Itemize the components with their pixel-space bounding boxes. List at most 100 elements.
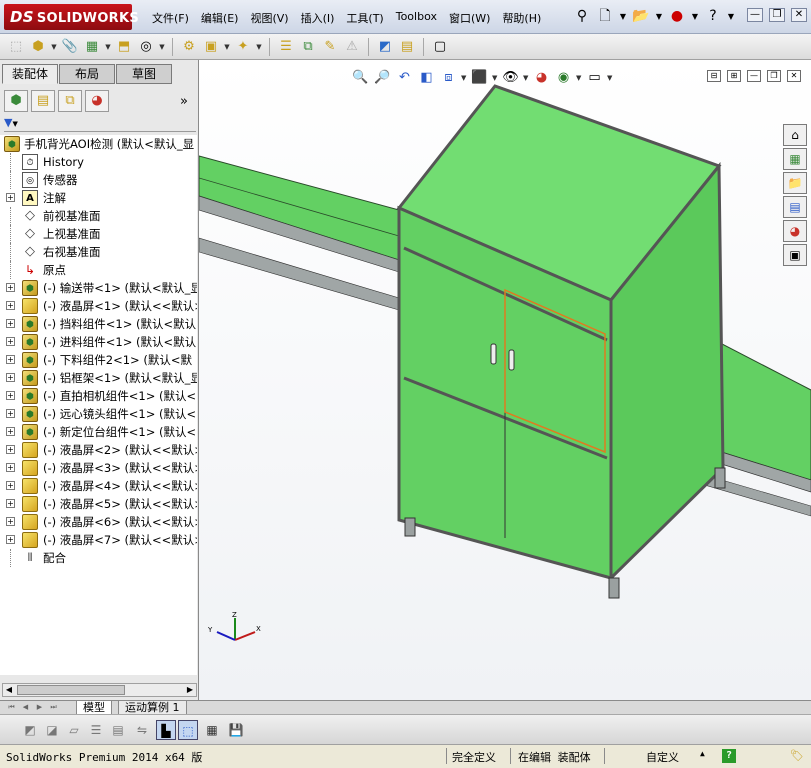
restore-icon[interactable]: ❐: [767, 70, 781, 82]
units-up-arrow-icon[interactable]: ▲: [700, 749, 705, 758]
tab-sketch[interactable]: 草图: [116, 64, 172, 84]
menu-view[interactable]: 视图(V): [244, 8, 294, 28]
previous-view-icon[interactable]: ↶: [395, 68, 414, 87]
menu-window[interactable]: 窗口(W): [443, 8, 496, 28]
scroll-left-arrow-icon[interactable]: ◀: [3, 684, 15, 696]
pin-icon[interactable]: ⚲: [572, 6, 592, 26]
close-icon[interactable]: ✕: [791, 8, 807, 22]
tree-item[interactable]: ◇ 上视基准面: [0, 225, 197, 243]
first-tab-arrow-icon[interactable]: ⏮: [6, 702, 17, 713]
tree-item[interactable]: + (-) 液晶屏<6> (默认<<默认>: [0, 513, 197, 531]
expand-plus-icon[interactable]: +: [6, 355, 15, 364]
prev-tab-arrow-icon[interactable]: ◀: [20, 702, 31, 713]
save-icon[interactable]: 💾: [226, 720, 246, 740]
tree-item[interactable]: + ⬢ (-) 下料组件2<1> (默认<默: [0, 351, 197, 369]
tab-assembly[interactable]: 装配体: [2, 64, 58, 84]
property-manager-icon[interactable]: ▤: [31, 90, 55, 112]
minimize-icon[interactable]: —: [747, 8, 763, 22]
rebuild-traffic-light-icon[interactable]: ●: [667, 6, 687, 26]
edit-appearance-icon[interactable]: ◕: [532, 68, 551, 87]
tree-item[interactable]: + ⬢ (-) 挡料组件<1> (默认<默认: [0, 315, 197, 333]
assembly-features-icon[interactable]: ⚙: [179, 37, 199, 57]
expand-plus-icon[interactable]: +: [6, 373, 15, 382]
solidworks-resources-icon[interactable]: ⌂: [783, 124, 807, 146]
tree-item[interactable]: ⫴ 配合: [0, 549, 197, 567]
new-document-icon[interactable]: 🗋: [595, 6, 615, 26]
view-palette-icon[interactable]: ▤: [783, 196, 807, 218]
apply-scene-icon[interactable]: ◉: [554, 68, 573, 87]
tree-item[interactable]: + ⬢ (-) 直拍相机组件<1> (默认<: [0, 387, 197, 405]
configuration-manager-icon[interactable]: ⧉: [58, 90, 82, 112]
menu-insert[interactable]: 插入(I): [295, 8, 341, 28]
show-hidden-components-icon[interactable]: ◎: [136, 37, 156, 57]
new-motion-study-icon[interactable]: ✦: [233, 37, 253, 57]
last-tab-arrow-icon[interactable]: ⏭: [48, 702, 59, 713]
menu-help[interactable]: 帮助(H): [496, 8, 547, 28]
component-pattern-icon[interactable]: ▦: [82, 37, 102, 57]
help-question-icon[interactable]: ?: [703, 6, 723, 26]
wireframe-icon[interactable]: ☰: [86, 720, 106, 740]
feature-manager-tree-icon[interactable]: ⬢: [4, 90, 28, 112]
view-selector-icon[interactable]: ▙: [156, 720, 176, 740]
tree-item[interactable]: + ⬢ (-) 铝框架<1> (默认<默认_显: [0, 369, 197, 387]
chevron-down-icon[interactable]: ▼: [461, 74, 467, 82]
viewport-split-icon[interactable]: ⊟: [707, 70, 721, 82]
notification-tag-icon[interactable]: 🏷: [790, 749, 804, 762]
tree-item[interactable]: + (-) 液晶屏<5> (默认<<默认>: [0, 495, 197, 513]
expand-plus-icon[interactable]: +: [6, 499, 15, 508]
chevron-down-icon[interactable]: ▼: [523, 74, 529, 82]
zoom-to-fit-icon[interactable]: 🔍: [351, 68, 370, 87]
explode-line-sketch-icon[interactable]: ✎: [320, 37, 340, 57]
custom-properties-icon[interactable]: ▣: [783, 244, 807, 266]
tab-motion-study-1[interactable]: 运动算例 1: [118, 701, 187, 715]
expand-plus-icon[interactable]: +: [6, 391, 15, 400]
expand-plus-icon[interactable]: +: [6, 301, 15, 310]
expand-plus-icon[interactable]: +: [6, 409, 15, 418]
menu-edit[interactable]: 编辑(E): [195, 8, 245, 28]
view-orientation-icon[interactable]: ⧈: [439, 68, 458, 87]
chevron-down-icon[interactable]: ▼: [576, 74, 582, 82]
view-settings-icon[interactable]: ▭: [585, 68, 604, 87]
tree-item[interactable]: ◇ 右视基准面: [0, 243, 197, 261]
tree-item[interactable]: ◇ 前视基准面: [0, 207, 197, 225]
mate-icon[interactable]: 📎: [60, 37, 80, 57]
status-units[interactable]: 自定义: [646, 749, 679, 765]
tree-item[interactable]: ◎ 传感器: [0, 171, 197, 189]
expand-plus-icon[interactable]: +: [6, 319, 15, 328]
bill-of-materials-icon[interactable]: ☰: [276, 37, 296, 57]
tree-item[interactable]: ⏱ History: [0, 153, 197, 171]
draft-quality-icon[interactable]: ▤: [108, 720, 128, 740]
chevron-down-icon[interactable]: ▼: [12, 120, 17, 128]
insert-components-icon[interactable]: ⬢: [28, 37, 48, 57]
conveyor-left[interactable]: [199, 155, 400, 311]
chevron-down-icon[interactable]: ▼: [104, 43, 112, 51]
scroll-right-arrow-icon[interactable]: ▶: [184, 684, 196, 696]
next-tab-arrow-icon[interactable]: ▶: [34, 702, 45, 713]
snapshot-icon[interactable]: ▢: [430, 37, 450, 57]
expand-double-chevron-icon[interactable]: »: [180, 94, 188, 109]
chevron-down-icon[interactable]: ▼: [255, 43, 263, 51]
move-component-icon[interactable]: ⬒: [114, 37, 134, 57]
expand-plus-icon[interactable]: +: [6, 463, 15, 472]
tree-root-assembly[interactable]: ⬢ 手机背光AOI检测 (默认<默认_显: [0, 135, 197, 153]
file-explorer-icon[interactable]: 📁: [783, 172, 807, 194]
instant3d-icon[interactable]: ◩: [375, 37, 395, 57]
chevron-down-icon[interactable]: ▼: [618, 12, 628, 21]
minimize-icon[interactable]: —: [747, 70, 761, 82]
solidworks-logo[interactable]: DS SOLIDWORKS: [4, 4, 139, 30]
expand-plus-icon[interactable]: +: [6, 337, 15, 346]
help-icon[interactable]: ?: [722, 749, 736, 763]
expand-plus-icon[interactable]: +: [6, 535, 15, 544]
tree-horizontal-scrollbar[interactable]: ◀ ▶: [2, 683, 197, 697]
tab-layout[interactable]: 布局: [59, 64, 115, 84]
chevron-down-icon[interactable]: ▼: [223, 43, 231, 51]
tab-model[interactable]: 模型: [76, 701, 112, 715]
machine-model[interactable]: [199, 60, 811, 700]
tree-item[interactable]: ↳ 原点: [0, 261, 197, 279]
expand-plus-icon[interactable]: +: [6, 481, 15, 490]
menu-file[interactable]: 文件(F): [146, 8, 195, 28]
display-manager-icon[interactable]: ◕: [85, 90, 109, 112]
chevron-down-icon[interactable]: ▼: [726, 12, 736, 21]
hidden-lines-icon[interactable]: ▱: [64, 720, 84, 740]
restore-icon[interactable]: ❐: [769, 8, 785, 22]
